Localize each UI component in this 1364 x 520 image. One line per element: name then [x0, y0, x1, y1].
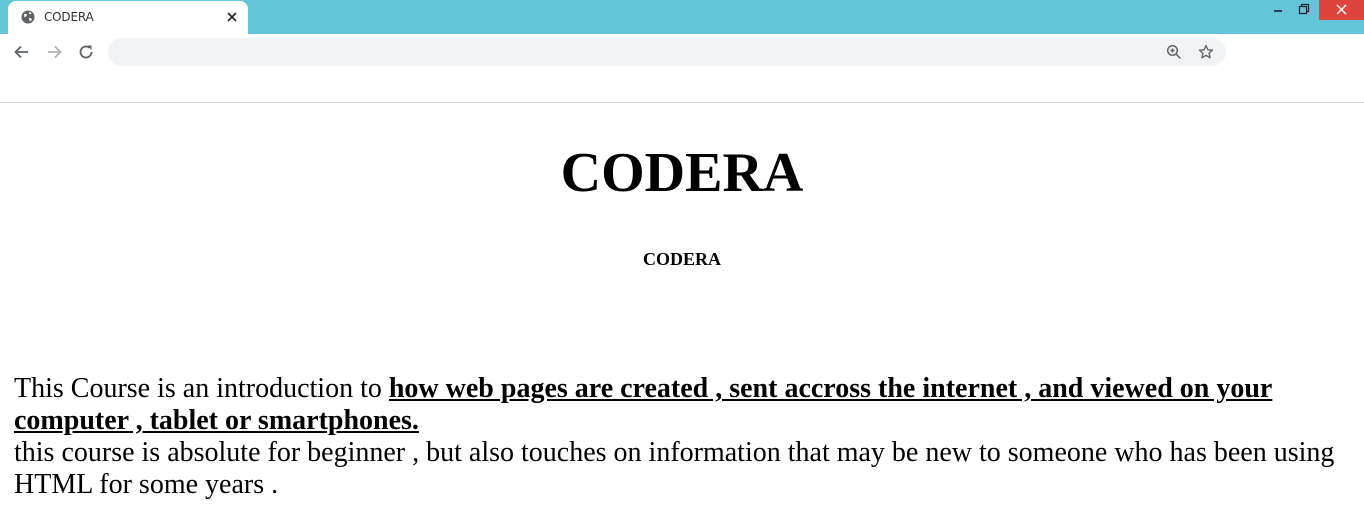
intro-second-line: this course is absolute for beginner , b… — [14, 437, 1335, 500]
forward-arrow-icon[interactable] — [44, 42, 64, 62]
browser-tab[interactable]: CODERA — [8, 1, 248, 34]
minimize-icon[interactable] — [1268, 0, 1288, 20]
star-icon[interactable] — [1198, 44, 1214, 60]
tab-strip: CODERA — [0, 0, 1364, 34]
tab-close-icon[interactable] — [225, 10, 239, 24]
intro-paragraph: This Course is an introduction to how we… — [14, 373, 1344, 501]
tab-title: CODERA — [44, 10, 94, 24]
address-bar[interactable] — [108, 38, 1226, 66]
restore-icon[interactable] — [1292, 0, 1316, 20]
intro-prefix: This Course is an introduction to — [14, 373, 389, 404]
zoom-icon[interactable] — [1166, 44, 1182, 60]
page-content: CODERA CODERA This Course is an introduc… — [0, 103, 1364, 520]
url-input[interactable] — [126, 42, 1160, 64]
browser-toolbar — [0, 34, 1364, 70]
globe-icon — [21, 10, 35, 24]
page-title: CODERA — [560, 142, 804, 204]
page-subtitle: CODERA — [642, 249, 721, 269]
reload-icon[interactable] — [76, 42, 96, 62]
window-close-icon[interactable] — [1319, 0, 1364, 20]
back-arrow-icon[interactable] — [12, 42, 32, 62]
